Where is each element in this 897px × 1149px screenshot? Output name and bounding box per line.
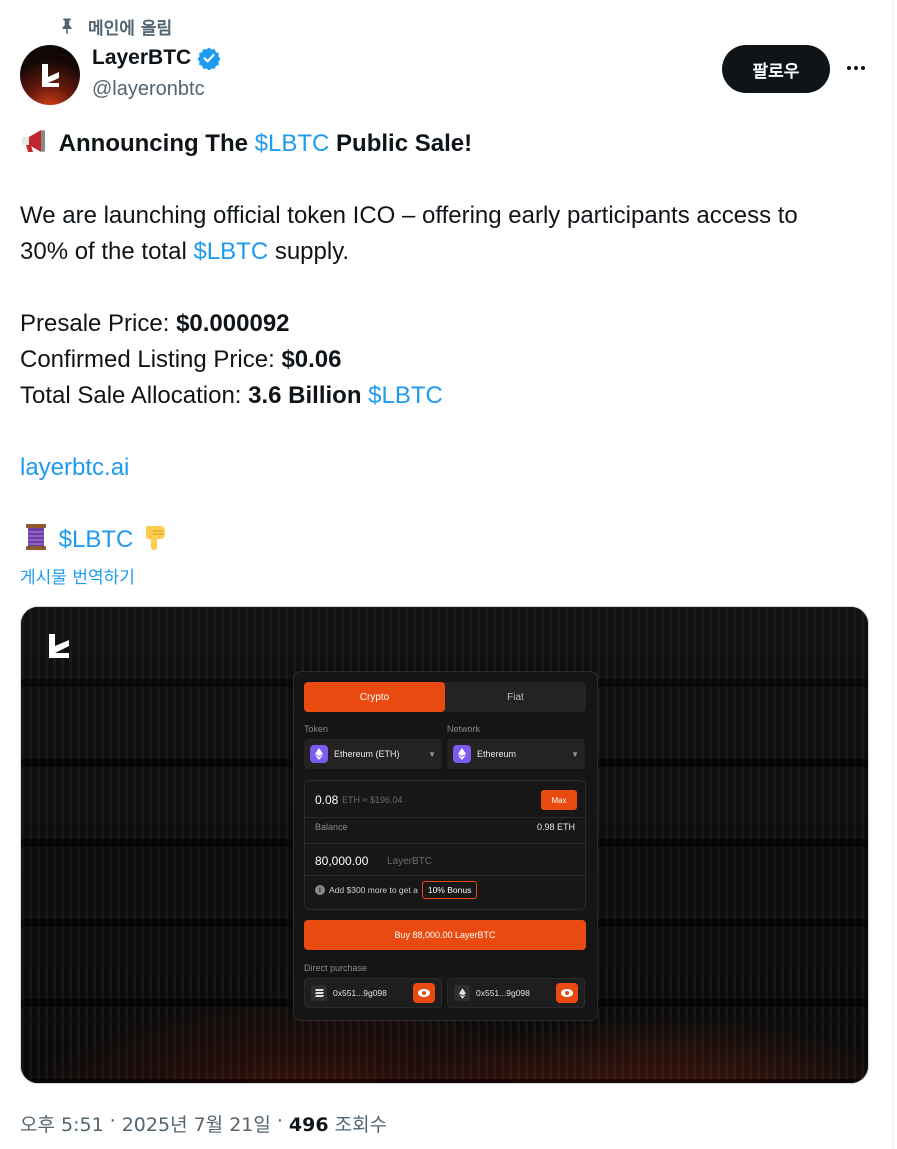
bonus-badge: 10% Bonus <box>421 881 478 899</box>
receive-amount: 80,000.00 <box>315 854 369 868</box>
listing-label: Confirmed Listing Price: <box>20 346 282 373</box>
text-span: 30% of the total <box>20 238 194 265</box>
token-select-value: Ethereum (ETH) <box>334 749 400 759</box>
token-label: Token <box>304 724 329 734</box>
bonus-text: Add $300 more to get a <box>329 885 418 895</box>
allocation-line: Total Sale Allocation: 3.6 Billion $LBTC <box>20 378 880 414</box>
info-icon: i <box>315 885 325 895</box>
text-span: supply. <box>268 238 350 265</box>
eth-icon <box>454 985 470 1001</box>
solana-icon <box>311 985 327 1001</box>
eth-icon <box>453 745 471 763</box>
thread-spool-icon <box>26 524 46 550</box>
direct-purchase-label: Direct purchase <box>304 963 368 973</box>
max-button[interactable]: Max <box>541 790 577 810</box>
amount-box: 0.08 ETH ≈ $196.04 Max Balance 0.98 ETH … <box>304 780 586 910</box>
megaphone-icon <box>22 130 45 152</box>
eye-icon[interactable] <box>556 983 578 1003</box>
layerbtc-logo-icon <box>49 634 69 658</box>
pay-amount-input[interactable]: 0.08 <box>315 793 338 807</box>
divider <box>305 817 585 818</box>
tab-fiat[interactable]: Fiat <box>445 682 586 712</box>
pointing-down-icon <box>146 526 166 550</box>
post-meta: 오후 5:51 · 2025년 7월 21일 · 496 조회수 <box>20 1110 387 1137</box>
eye-icon[interactable] <box>413 983 435 1003</box>
views: 496 조회수 <box>289 1110 387 1137</box>
author-name[interactable]: LayerBTC <box>92 46 191 70</box>
receive-unit: LayerBTC <box>387 856 433 867</box>
divider <box>305 843 585 844</box>
paragraph-line-2: 30% of the total $LBTC supply. <box>20 234 880 270</box>
balance-value: 0.98 ETH <box>536 822 575 832</box>
post-headline: Announcing The $LBTC Public Sale! <box>20 126 880 162</box>
network-select[interactable]: Ethereum ▼ <box>447 739 585 769</box>
bonus-row: i Add $300 more to get a 10% Bonus <box>315 881 478 899</box>
pinned-indicator: 메인에 올림 <box>58 12 172 40</box>
separator: · <box>109 1110 116 1132</box>
paragraph-line-1: We are launching official token ICO – of… <box>20 202 798 229</box>
post-paragraph-1: We are launching official token ICO – of… <box>20 198 880 270</box>
direct-address-1: 0x551...9g098 <box>304 978 442 1008</box>
token-select[interactable]: Ethereum (ETH) ▼ <box>304 739 442 769</box>
pin-icon <box>62 18 72 35</box>
layerbtc-logo-icon <box>42 64 59 87</box>
address-text: 0x551...9g098 <box>476 988 530 998</box>
verified-badge-icon <box>197 47 221 70</box>
address-text: 0x551...9g098 <box>333 988 387 998</box>
presale-label: Presale Price: <box>20 310 177 337</box>
eth-icon <box>310 745 328 763</box>
author-handle[interactable]: @layeronbtc <box>92 78 205 101</box>
website-link[interactable]: layerbtc.ai <box>20 454 129 481</box>
chevron-down-icon: ▼ <box>571 749 579 759</box>
purchase-widget: Crypto Fiat Token Network Ethereum (ETH)… <box>293 671 598 1021</box>
divider <box>305 875 585 876</box>
headline-suffix: Public Sale! <box>329 130 473 157</box>
separator: · <box>276 1110 283 1132</box>
website-line: layerbtc.ai <box>20 450 880 486</box>
views-count: 496 <box>288 1114 329 1136</box>
thread-line: $LBTC <box>20 522 880 558</box>
follow-button[interactable]: 팔로우 <box>722 45 830 93</box>
translate-post-link[interactable]: 게시물 번역하기 <box>20 563 135 588</box>
avatar[interactable] <box>20 45 80 105</box>
buy-button[interactable]: Buy 88,000.00 LayerBTC <box>304 920 586 950</box>
balance-label: Balance <box>315 822 348 832</box>
network-select-value: Ethereum <box>477 749 517 759</box>
presale-line: Presale Price: $0.000092 <box>20 306 880 342</box>
direct-address-2: 0x551...9g098 <box>447 978 585 1008</box>
cashtag-link[interactable]: $LBTC <box>193 238 268 265</box>
column-divider <box>893 0 894 1149</box>
cashtag-link[interactable]: $LBTC <box>255 130 330 157</box>
post-date[interactable]: 2025년 7월 21일 <box>122 1110 271 1137</box>
payment-tabs: Crypto Fiat <box>304 682 586 712</box>
headline-prefix: Announcing The <box>58 130 255 157</box>
listing-line: Confirmed Listing Price: $0.06 <box>20 342 880 378</box>
post-media-image[interactable]: Crypto Fiat Token Network Ethereum (ETH)… <box>20 606 869 1084</box>
presale-value: $0.000092 <box>176 310 290 337</box>
author-name-row[interactable]: LayerBTC <box>92 46 221 70</box>
post-time[interactable]: 오후 5:51 <box>20 1110 104 1137</box>
cashtag-link[interactable]: $LBTC <box>59 526 134 553</box>
post-details: Presale Price: $0.000092 Confirmed Listi… <box>20 306 880 414</box>
network-label: Network <box>447 724 481 734</box>
allocation-value: 3.6 Billion <box>248 382 362 409</box>
views-label: 조회수 <box>334 1114 388 1136</box>
more-icon[interactable] <box>838 50 874 86</box>
tab-crypto[interactable]: Crypto <box>304 682 445 712</box>
chevron-down-icon: ▼ <box>428 749 436 759</box>
allocation-label: Total Sale Allocation: <box>20 382 249 409</box>
cashtag-link[interactable]: $LBTC <box>368 382 443 409</box>
pinned-label: 메인에 올림 <box>88 18 173 39</box>
listing-value: $0.06 <box>281 346 342 373</box>
pay-amount-unit: ETH ≈ $196.04 <box>342 795 403 805</box>
